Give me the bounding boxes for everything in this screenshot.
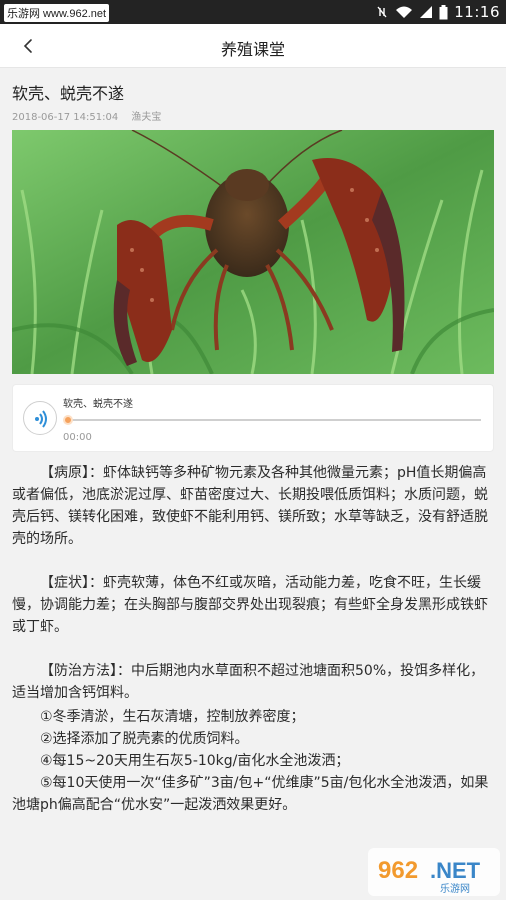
audio-player: 软壳、蜕壳不遂 00:00 — [12, 384, 494, 452]
signal-icon — [420, 6, 433, 18]
article-image — [12, 130, 494, 374]
section-prevention: 【防治方法】：中后期池内水草面积不超过池塘面积50%，投饵多样化，适当增加含钙饵… — [12, 663, 485, 701]
site-logo-watermark: 962 .NET 乐游网 — [368, 848, 500, 896]
prevention-list: ①冬季清淤，生石灰清塘，控制放养密度； ②选择添加了脱壳素的优质饲料。 ④每15… — [12, 706, 494, 816]
list-item: ①冬季清淤，生石灰清塘，控制放养密度； — [40, 709, 305, 725]
crayfish-image — [12, 130, 494, 374]
status-bar: 乐游网 www.962.net 11:16 — [0, 0, 506, 24]
article-title: 软壳、蜕壳不遂 — [12, 84, 125, 103]
list-item: ⑤每10天使用一次“佳多矿”3亩/包+“优维康”5亩/包化水全池泼洒，如果池塘p… — [12, 775, 489, 813]
watermark-badge: 乐游网 www.962.net — [4, 4, 110, 22]
svg-text:.NET: .NET — [430, 858, 481, 883]
audio-title: 软壳、蜕壳不遂 — [63, 399, 133, 410]
play-button[interactable] — [23, 401, 57, 435]
section-cause: 【病原】：虾体缺钙等多种矿物元素及各种其他微量元素；pH值长期偏高或者偏低，池底… — [12, 465, 488, 547]
status-icons: 11:16 — [375, 3, 500, 21]
svg-text:乐游网: 乐游网 — [440, 882, 470, 895]
wifi-icon — [396, 6, 413, 18]
audio-time: 00:00 — [63, 432, 92, 443]
article-meta: 2018-06-17 14:51:04 渔夫宝 — [12, 108, 161, 123]
audio-progress-track[interactable] — [65, 419, 481, 421]
sound-wave-icon — [35, 410, 47, 428]
nav-bar: 养殖课堂 — [0, 24, 506, 68]
article-author: 渔夫宝 — [131, 112, 162, 123]
list-item: ②选择添加了脱壳素的优质饲料。 — [40, 731, 249, 747]
audio-progress-thumb[interactable] — [63, 415, 73, 425]
section-symptoms: 【症状】：虾壳软薄，体色不红或灰暗，活动能力差，吃食不旺，生长缓慢，协调能力差；… — [12, 575, 488, 635]
article-date: 2018-06-17 14:51:04 — [12, 112, 119, 123]
clock: 11:16 — [454, 3, 500, 21]
article-body: 【病原】：虾体缺钙等多种矿物元素及各种其他微量元素；pH值长期偏高或者偏低，池底… — [12, 462, 494, 816]
battery-icon — [439, 4, 448, 19]
list-item: ④每15~20天用生石灰5-10kg/亩化水全池泼洒； — [40, 753, 350, 769]
article-content: 软壳、蜕壳不遂 2018-06-17 14:51:04 渔夫宝 软壳、蜕壳不遂 … — [0, 68, 506, 900]
vibrate-icon — [377, 6, 387, 18]
page-title: 养殖课堂 — [220, 40, 285, 59]
svg-text:962: 962 — [378, 857, 418, 884]
